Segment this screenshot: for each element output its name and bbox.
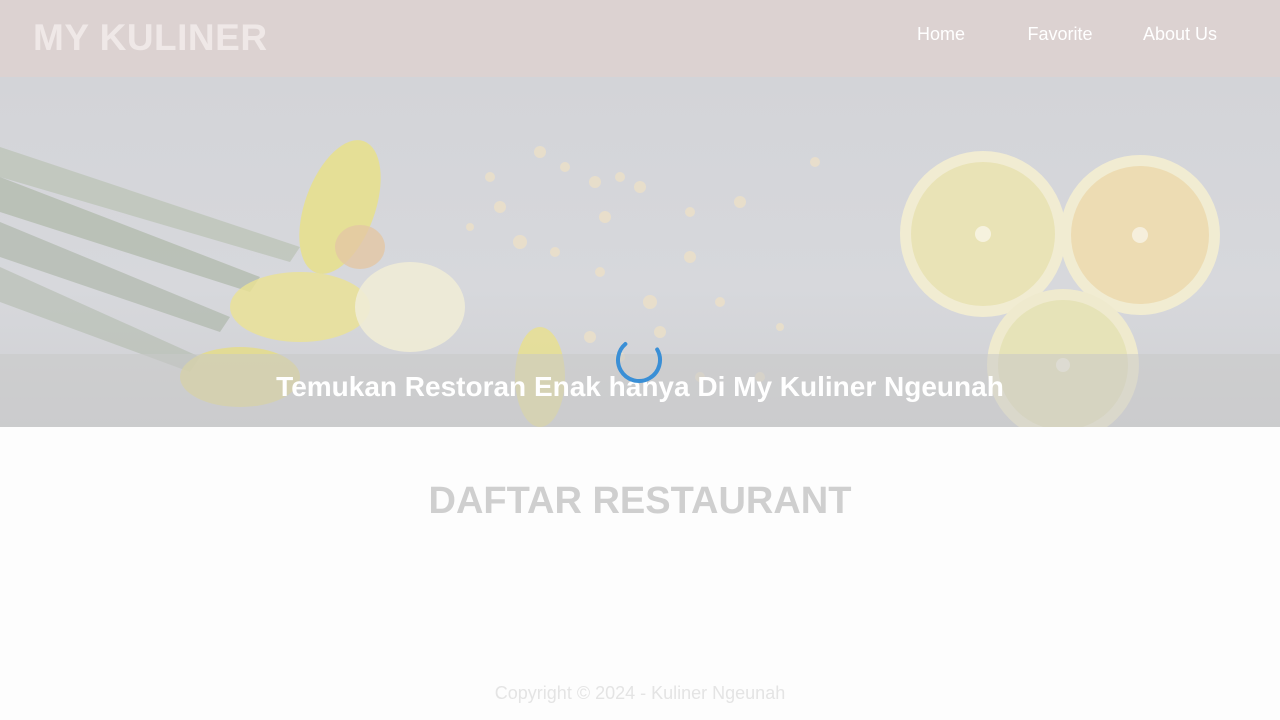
nav-favorite-link[interactable]: Favorite (1027, 24, 1092, 45)
nav-home-link[interactable]: Home (917, 24, 965, 45)
main-nav: Home Favorite About Us (0, 24, 1280, 48)
loading-spinner-icon (616, 337, 662, 383)
restaurant-list-title: DAFTAR RESTAURANT (428, 480, 852, 522)
app-header: MY KULINER Home Favorite About Us (0, 0, 1280, 77)
nav-about-link[interactable]: About Us (1143, 24, 1217, 45)
page-footer: Copyright © 2024 - Kuliner Ngeunah (494, 683, 786, 703)
